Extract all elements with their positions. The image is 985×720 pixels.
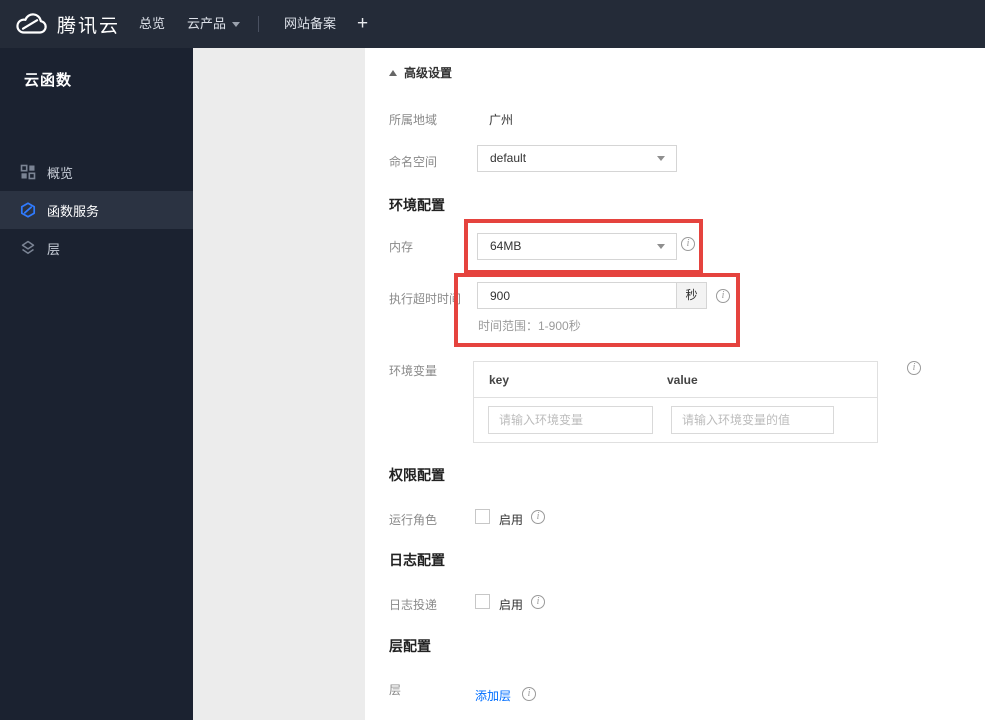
timeout-unit: 秒 [676, 283, 706, 308]
brand[interactable]: 腾讯云 [14, 0, 120, 48]
advanced-settings-label: 高级设置 [404, 66, 453, 80]
timeout-input[interactable] [478, 283, 676, 308]
envvar-table-header: key value [474, 362, 877, 398]
secondary-panel [193, 48, 365, 720]
env-config-title: 环境配置 [389, 197, 445, 213]
brand-name: 腾讯云 [57, 15, 121, 37]
namespace-label: 命名空间 [389, 155, 438, 169]
layers-icon [21, 240, 35, 254]
sidebar-item-label: 概览 [47, 165, 74, 181]
chevron-down-icon [657, 244, 665, 249]
timeout-label: 执行超时时间 [389, 292, 462, 306]
settings-form: 高级设置 所属地域 广州 命名空间 default 环境配置 内存 64MB i… [365, 48, 985, 720]
layer-label: 层 [389, 683, 402, 697]
nav-item-overview[interactable]: 总览 [139, 0, 165, 48]
sidebar-menu: 概览 函数服务 层 [0, 153, 193, 267]
chevron-down-icon [232, 22, 241, 28]
memory-select[interactable]: 64MB [477, 233, 677, 260]
grid-icon [20, 164, 36, 180]
memory-info-icon[interactable]: i [681, 237, 695, 251]
add-layer-info-icon[interactable]: i [522, 687, 536, 701]
sidebar-title: 云函数 [24, 72, 73, 89]
envvar-label: 环境变量 [389, 364, 438, 378]
run-role-info-icon[interactable]: i [531, 510, 545, 524]
sidebar-item-label: 函数服务 [47, 203, 100, 219]
log-delivery-info-icon[interactable]: i [531, 595, 545, 609]
envvar-value-input[interactable] [671, 406, 834, 434]
sidebar: 云函数 概览 函数服务 层 [0, 48, 193, 720]
timeout-input-group: 秒 [477, 282, 707, 309]
namespace-select[interactable]: default [477, 145, 677, 172]
chevron-down-icon [657, 156, 665, 161]
sidebar-item-overview[interactable]: 概览 [0, 153, 193, 191]
run-role-checkbox[interactable] [475, 509, 490, 524]
timeout-hint: 时间范围：1-900秒 [478, 319, 581, 333]
memory-label: 内存 [389, 240, 414, 254]
envvar-key-header: key [489, 373, 510, 387]
sidebar-item-function-service[interactable]: 函数服务 [0, 191, 193, 229]
envvar-info-icon[interactable]: i [907, 361, 921, 375]
timeout-info-icon[interactable]: i [716, 289, 730, 303]
run-role-enable-label: 启用 [499, 513, 524, 527]
collapse-arrow-icon [389, 69, 397, 76]
add-layer-link[interactable]: 添加层 [475, 687, 511, 704]
layer-config-title: 层配置 [389, 638, 431, 654]
envvar-table: key value [473, 361, 878, 443]
region-value: 广州 [489, 113, 514, 127]
nav-item-icp-filing[interactable]: 网站备案 [284, 0, 336, 48]
nav-add-button[interactable]: + [357, 0, 368, 48]
run-role-label: 运行角色 [389, 513, 438, 527]
log-config-title: 日志配置 [389, 552, 445, 568]
region-label: 所属地域 [389, 113, 438, 127]
envvar-table-row [474, 398, 877, 443]
log-delivery-label: 日志投递 [389, 598, 438, 612]
namespace-selected-value: default [490, 151, 527, 165]
permission-config-title: 权限配置 [389, 467, 445, 483]
log-delivery-enable-label: 启用 [499, 598, 524, 612]
function-icon [20, 202, 36, 218]
memory-selected-value: 64MB [490, 239, 522, 253]
advanced-settings-toggle[interactable]: 高级设置 [389, 64, 452, 81]
envvar-value-header: value [667, 373, 698, 387]
log-delivery-checkbox[interactable] [475, 594, 490, 609]
tencent-cloud-logo-icon [16, 13, 47, 34]
top-navbar: 腾讯云 总览 云产品 网站备案 + [0, 0, 985, 48]
sidebar-item-layers[interactable]: 层 [0, 229, 193, 267]
sidebar-item-label: 层 [47, 241, 61, 257]
nav-item-cloud-products[interactable]: 云产品 [187, 0, 241, 48]
nav-divider [258, 16, 259, 32]
envvar-key-input[interactable] [488, 406, 653, 434]
